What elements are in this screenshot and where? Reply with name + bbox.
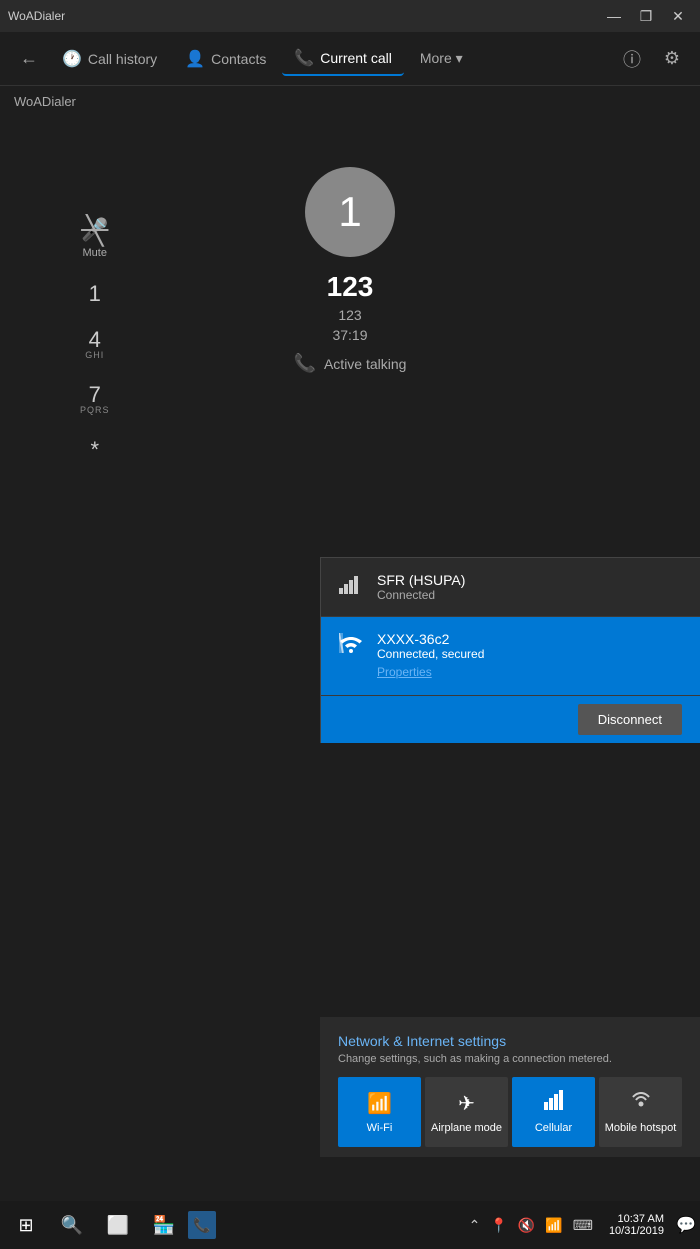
mute-label: Mute (83, 247, 107, 259)
dialpad-key-7[interactable]: 7 PQRS (80, 384, 110, 415)
dialpad-area: 🎤╲ Mute 1 4 GHI 7 PQRS * (80, 217, 110, 461)
search-button[interactable]: 🔍 (50, 1203, 94, 1247)
search-icon: 🔍 (61, 1215, 83, 1236)
dialpad-key-1[interactable]: 1 (89, 283, 101, 305)
network-icon[interactable]: 📶 (541, 1215, 566, 1236)
xxxx-name: XXXX-36c2 (377, 631, 682, 647)
app-label: WoADialer (0, 86, 700, 117)
notification-icon: 💬 (676, 1215, 696, 1235)
current-call-icon: 📞 (294, 48, 314, 68)
nav-more-label: More ▾ (420, 50, 463, 67)
clock-date: 10/31/2019 (609, 1225, 664, 1237)
wifi-tile-icon: 📶 (367, 1091, 392, 1116)
start-icon: ⊞ (18, 1215, 33, 1236)
volume-icon[interactable]: 🔇 (514, 1215, 539, 1236)
dialpad-key-4[interactable]: 4 GHI (85, 329, 104, 360)
chevron-icon[interactable]: ⌃ (465, 1215, 485, 1236)
location-icon[interactable]: 📍 (486, 1215, 511, 1236)
active-talking-label: Active talking (324, 356, 406, 372)
call-timer: 37:19 (332, 327, 367, 343)
nav-more[interactable]: More ▾ (408, 44, 475, 73)
xxxx-wifi-icon (339, 633, 363, 659)
taskbar: ⊞ 🔍 ⬜ 🏪 📞 ⌃ 📍 🔇 📶 ⌨ 10:37 AM 10/31/2019 … (0, 1201, 700, 1249)
hotspot-tile[interactable]: Mobile hotspot (599, 1077, 682, 1147)
info-button[interactable]: ⓘ (616, 43, 648, 75)
cellular-tile-icon (544, 1090, 564, 1116)
store-button[interactable]: 🏪 (142, 1203, 186, 1247)
airplane-tile[interactable]: ✈ Airplane mode (425, 1077, 508, 1147)
avatar: 1 (305, 167, 395, 257)
net-settings-desc: Change settings, such as making a connec… (338, 1053, 682, 1065)
mute-icon: 🎤╲ (81, 217, 108, 243)
taskbar-clock[interactable]: 10:37 AM 10/31/2019 (601, 1213, 672, 1237)
title-bar-controls: — ❐ ✕ (600, 6, 692, 26)
network-item-xxxx[interactable]: XXXX-36c2 Connected, secured Properties (321, 617, 700, 696)
nav-contacts[interactable]: 👤 Contacts (173, 43, 278, 75)
app-tray-icon[interactable]: 📞 (188, 1211, 216, 1239)
settings-button[interactable]: ⚙ (656, 43, 688, 75)
disconnect-row: Disconnect (321, 696, 700, 743)
nav-bar: ← 🕐 Call history 👤 Contacts 📞 Current ca… (0, 32, 700, 86)
task-view-icon: ⬜ (107, 1215, 129, 1236)
xxxx-info: XXXX-36c2 Connected, secured Properties (377, 631, 682, 681)
caller-number-main: 123 (327, 271, 374, 303)
xxxx-status: Connected, secured (377, 647, 682, 661)
mute-button[interactable]: 🎤╲ Mute (81, 217, 108, 259)
hotspot-tile-label: Mobile hotspot (605, 1122, 677, 1134)
active-talking-icon: 📞 (294, 353, 316, 374)
nav-call-history[interactable]: 🕐 Call history (50, 43, 169, 75)
restore-button[interactable]: ❐ (632, 6, 660, 26)
title-bar-left: WoADialer (8, 9, 65, 23)
main-content: 🎤╲ Mute 1 4 GHI 7 PQRS * 1 123 123 37:19… (0, 117, 700, 1097)
tray-app-icon: 📞 (193, 1217, 210, 1234)
taskbar-system-icons: ⌃ 📍 🔇 📶 ⌨ (465, 1215, 597, 1236)
title-bar-title: WoADialer (8, 9, 65, 23)
nav-contacts-label: Contacts (211, 51, 266, 67)
close-button[interactable]: ✕ (664, 6, 692, 26)
minimize-button[interactable]: — (600, 6, 628, 26)
sfr-info: SFR (HSUPA) Connected (377, 572, 682, 602)
store-icon: 🏪 (153, 1215, 175, 1236)
airplane-tile-icon: ✈ (458, 1091, 475, 1116)
nav-current-call[interactable]: 📞 Current call (282, 42, 404, 76)
net-tiles: 📶 Wi-Fi ✈ Airplane mode Cellular (338, 1077, 682, 1147)
dialpad-key-star[interactable]: * (90, 439, 99, 461)
back-button[interactable]: ← (12, 44, 46, 73)
nav-current-call-label: Current call (320, 50, 392, 66)
wifi-tile[interactable]: 📶 Wi-Fi (338, 1077, 421, 1147)
keyboard-icon[interactable]: ⌨ (569, 1215, 597, 1236)
hotspot-tile-icon (630, 1090, 652, 1116)
nav-call-history-label: Call history (88, 51, 157, 67)
network-item-sfr[interactable]: SFR (HSUPA) Connected (321, 558, 700, 617)
net-settings-section: Network & Internet settings Change setti… (320, 1017, 700, 1157)
task-view-button[interactable]: ⬜ (96, 1203, 140, 1247)
start-button[interactable]: ⊞ (4, 1203, 48, 1247)
taskbar-right: ⌃ 📍 🔇 📶 ⌨ 10:37 AM 10/31/2019 💬 (465, 1213, 696, 1237)
notification-button[interactable]: 💬 (676, 1215, 696, 1235)
sfr-status: Connected (377, 588, 682, 602)
net-settings-title[interactable]: Network & Internet settings (338, 1033, 682, 1049)
properties-link[interactable]: Properties (377, 665, 432, 679)
disconnect-button[interactable]: Disconnect (578, 704, 682, 735)
caller-number-sub: 123 (338, 307, 361, 323)
active-talking-row: 📞 Active talking (294, 353, 407, 374)
cellular-tile[interactable]: Cellular (512, 1077, 595, 1147)
call-history-icon: 🕐 (62, 49, 82, 69)
title-bar: WoADialer — ❐ ✕ (0, 0, 700, 32)
cellular-tile-label: Cellular (535, 1122, 572, 1134)
clock-time: 10:37 AM (618, 1213, 664, 1225)
network-panel: SFR (HSUPA) Connected XXXX-36c2 Connecte… (320, 557, 700, 743)
airplane-tile-label: Airplane mode (431, 1122, 502, 1134)
sfr-signal-icon (339, 574, 363, 600)
wifi-tile-label: Wi-Fi (367, 1122, 393, 1134)
sfr-name: SFR (HSUPA) (377, 572, 682, 588)
contacts-icon: 👤 (185, 49, 205, 69)
nav-settings-area: ⓘ ⚙ (616, 43, 688, 75)
